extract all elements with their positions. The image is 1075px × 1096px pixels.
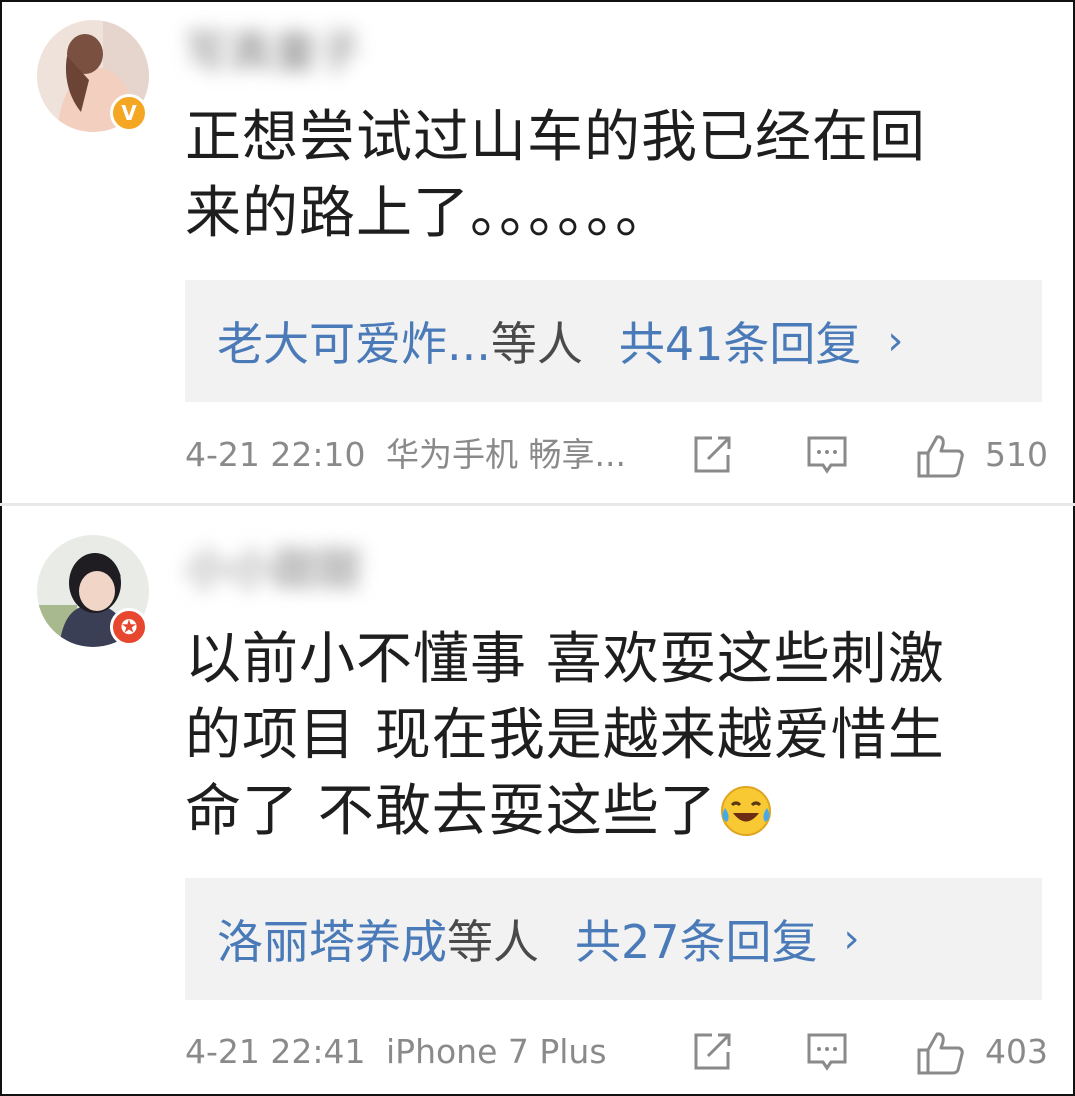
reply-count[interactable]: 共41条回复 xyxy=(619,308,862,374)
like-count: 510 xyxy=(985,435,1048,474)
timestamp: 4-21 22:41 xyxy=(185,1032,366,1071)
thumbs-up-icon[interactable] xyxy=(915,433,965,479)
comment-text-line: 正想尝试过山车的我已经在回 xyxy=(185,105,926,170)
reply-users-suffix: 等人 xyxy=(447,915,539,969)
share-icon[interactable] xyxy=(690,1030,734,1074)
comment-item: ✪ 小小甜甜 以前小不懂事 喜欢耍这些刺激 的项目 现在我是越来越爱惜生 命了 … xyxy=(0,510,1075,1090)
comment-time-source: 4-21 22:41 iPhone 7 Plus xyxy=(185,1022,607,1082)
comment-text-segment: 命了 不敢去耍这些了 xyxy=(185,779,717,844)
comment-text-line: 命了 不敢去耍这些了 xyxy=(185,774,1025,850)
comment-icon[interactable] xyxy=(805,433,849,477)
comment-text-line: 来的路上了。。。。。。 xyxy=(185,181,672,246)
divider xyxy=(0,503,1075,506)
verified-badge-icon: V xyxy=(110,94,148,132)
comment-meta: 4-21 22:10 华为手机 畅享... 510 xyxy=(185,425,1048,485)
thumbs-up-icon[interactable] xyxy=(915,1030,965,1076)
username[interactable]: 小小甜甜 xyxy=(185,542,415,598)
device-source: 华为手机 畅享... xyxy=(386,435,626,474)
share-icon[interactable] xyxy=(690,433,734,477)
laughing-tears-emoji-icon xyxy=(720,786,771,836)
reply-users[interactable]: 洛丽塔养成 xyxy=(217,906,447,972)
reply-users-suffix: 等人 xyxy=(490,317,583,371)
like-count: 403 xyxy=(985,1032,1048,1071)
comment-icon[interactable] xyxy=(805,1030,849,1074)
comment-text: 以前小不懂事 喜欢耍这些刺激 的项目 现在我是越来越爱惜生 命了 不敢去耍这些了 xyxy=(185,622,1025,850)
comment-time-source: 4-21 22:10 华为手机 畅享... xyxy=(185,425,626,485)
chevron-right-icon: › xyxy=(887,318,904,364)
replies-summary[interactable]: 洛丽塔养成 等人 共27条回复 › xyxy=(185,878,1042,1000)
star-badge-icon: ✪ xyxy=(110,608,148,646)
comment-meta: 4-21 22:41 iPhone 7 Plus 403 xyxy=(185,1022,1048,1082)
username[interactable]: 写真童子 xyxy=(185,25,415,81)
comment-text-line: 的项目 现在我是越来越爱惜生 xyxy=(185,703,945,768)
chevron-right-icon: › xyxy=(843,916,860,962)
device-source: iPhone 7 Plus xyxy=(386,1032,607,1071)
comment-text-line: 以前小不懂事 喜欢耍这些刺激 xyxy=(185,627,945,692)
replies-summary[interactable]: 老大可爱炸... 等人 共41条回复 › xyxy=(185,280,1042,402)
comment-text: 正想尝试过山车的我已经在回 来的路上了。。。。。。 xyxy=(185,100,1025,252)
reply-count[interactable]: 共27条回复 xyxy=(575,906,818,972)
reply-users[interactable]: 老大可爱炸... xyxy=(217,308,491,374)
comment-item: V 写真童子 正想尝试过山车的我已经在回 来的路上了。。。。。。 老大可爱炸..… xyxy=(0,0,1075,500)
timestamp: 4-21 22:10 xyxy=(185,435,366,474)
